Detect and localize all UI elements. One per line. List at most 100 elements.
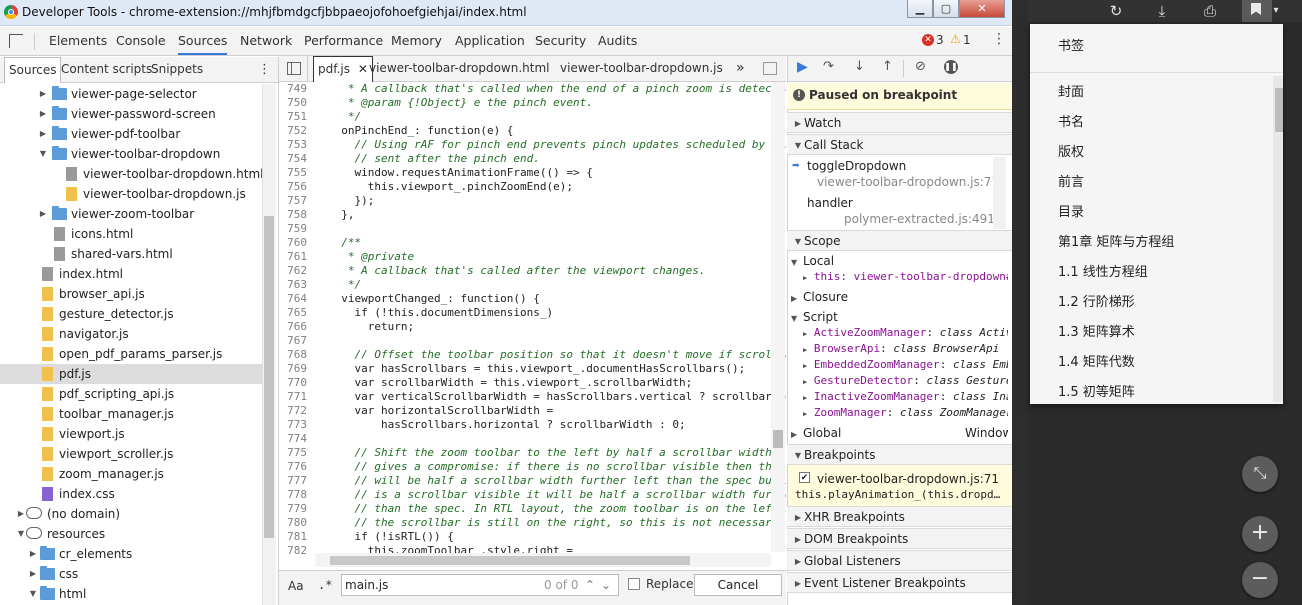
main-tab-network[interactable]: Network <box>240 27 292 55</box>
tree-item[interactable]: navigator.js <box>0 324 262 344</box>
close-button[interactable]: ✕ <box>959 0 1005 18</box>
tree-item[interactable]: open_pdf_params_parser.js <box>0 344 262 364</box>
scope-closure[interactable]: Closure <box>803 289 1008 305</box>
tree-item[interactable]: ▶ viewer-password-screen <box>0 104 262 124</box>
xhr-breakpoints-section[interactable]: ▶ XHR Breakpoints <box>787 506 1012 527</box>
main-tab-sources[interactable]: Sources <box>178 27 228 55</box>
scope-section[interactable]: ▼ Scope <box>787 230 1012 251</box>
error-count[interactable]: 3 <box>936 33 944 47</box>
bookmark-item[interactable]: 1.4 矩阵代数 <box>1058 348 1135 378</box>
tree-expand-arrow-icon[interactable]: ▶ <box>38 104 48 124</box>
tree-expand-arrow-icon[interactable]: ▶ <box>38 84 48 104</box>
tree-item[interactable]: viewer-toolbar-dropdown.html <box>0 164 262 184</box>
editor-tab-pdf-js[interactable]: pdf.js ✕ <box>313 56 373 85</box>
tree-expand-arrow-icon[interactable]: ▼ <box>16 524 26 544</box>
main-tab-console[interactable]: Console <box>116 27 166 55</box>
tree-item[interactable]: shared-vars.html <box>0 244 262 264</box>
code-horizontal-scrollbar-thumb[interactable] <box>330 556 690 565</box>
deactivate-breakpoints-icon[interactable]: ⊘ <box>915 59 926 74</box>
scope-local[interactable]: Local <box>803 253 1008 269</box>
tree-item[interactable]: ▶ (no domain) <box>0 504 262 524</box>
tree-expand-arrow-icon[interactable]: ▶ <box>16 504 26 524</box>
fit-to-page-button[interactable]: ⤡ <box>1242 456 1278 492</box>
more-tabs-icon[interactable]: » <box>736 56 745 81</box>
script-property[interactable]: ▶ ActiveZoomManager: class ActiveZ <box>803 325 1008 341</box>
bookmark-item[interactable]: 1.2 行阶梯形 <box>1058 288 1135 318</box>
bookmark-dropdown-icon[interactable]: ▾ <box>1266 1 1286 21</box>
tab-snippets[interactable]: Snippets <box>151 57 203 82</box>
toggle-navigator-icon[interactable] <box>287 62 301 75</box>
bookmark-item[interactable]: 前言 <box>1058 168 1084 198</box>
main-tab-security[interactable]: Security <box>535 27 586 55</box>
tree-item[interactable]: ▼ resources <box>0 524 262 544</box>
call-stack-scrollbar[interactable] <box>993 157 1006 229</box>
breakpoint-checkbox[interactable]: ✔ <box>799 472 810 483</box>
tree-item[interactable]: ▶ viewer-pdf-toolbar <box>0 124 262 144</box>
tree-item[interactable]: pdf_scripting_api.js <box>0 384 262 404</box>
breakpoints-section[interactable]: ▼ Breakpoints <box>787 444 1012 465</box>
event-listener-breakpoints-section[interactable]: ▶ Event Listener Breakpoints <box>787 572 1012 593</box>
bookmark-item[interactable]: 1.1 线性方程组 <box>1058 258 1148 288</box>
search-next-icon[interactable]: ⌄ <box>601 575 611 595</box>
tree-item[interactable]: ▶ viewer-page-selector <box>0 84 262 104</box>
tree-item[interactable]: ▶ viewer-zoom-toolbar <box>0 204 262 224</box>
tree-expand-arrow-icon[interactable]: ▼ <box>38 144 48 164</box>
tree-item[interactable]: zoom_manager.js <box>0 464 262 484</box>
navigator-more-icon[interactable]: ⋮ <box>258 57 271 82</box>
maximize-button[interactable]: ▢ <box>933 0 959 18</box>
bookmarks-scrollbar-thumb[interactable] <box>1275 88 1283 132</box>
scope-script[interactable]: Script <box>803 309 1008 325</box>
download-icon[interactable]: ⤓ <box>1152 1 1172 21</box>
bookmark-item[interactable]: 第1章 矩阵与方程组 <box>1058 228 1174 258</box>
resume-icon[interactable]: ▶ <box>797 59 808 75</box>
tree-expand-arrow-icon[interactable]: ▼ <box>28 584 38 604</box>
search-prev-icon[interactable]: ⌃ <box>585 575 595 595</box>
main-tab-memory[interactable]: Memory <box>391 27 442 55</box>
call-stack-section[interactable]: ▼ Call Stack <box>787 134 1012 155</box>
tree-item[interactable]: ▼ html <box>0 584 262 604</box>
tree-item[interactable]: icons.html <box>0 224 262 244</box>
tree-item[interactable]: index.css <box>0 484 262 504</box>
tree-item[interactable]: ▼ viewer-toolbar-dropdown <box>0 144 262 164</box>
editor-tab-dropdown-js[interactable]: viewer-toolbar-dropdown.js <box>560 56 723 81</box>
bookmark-item[interactable]: 封面 <box>1058 78 1084 108</box>
bookmark-item[interactable]: 目录 <box>1058 198 1084 228</box>
regex-toggle[interactable]: .* <box>318 578 332 592</box>
script-property[interactable]: ▶ EmbeddedZoomManager: class Emb <box>803 357 1008 373</box>
tree-item[interactable]: viewport.js <box>0 424 262 444</box>
main-tab-application[interactable]: Application <box>455 27 525 55</box>
frame-name[interactable]: handler <box>807 195 1008 211</box>
tree-scrollbar-thumb[interactable] <box>264 216 274 538</box>
match-case-toggle[interactable]: Aa <box>288 579 304 593</box>
tree-item[interactable]: index.html <box>0 264 262 284</box>
tree-expand-arrow-icon[interactable]: ▶ <box>38 124 48 144</box>
frame-name[interactable]: toggleDropdown <box>807 158 1008 174</box>
script-property[interactable]: ▶ InactiveZoomManager: class Ina <box>803 389 1008 405</box>
tree-expand-arrow-icon[interactable]: ▶ <box>28 544 38 564</box>
close-tab-icon[interactable]: ✕ <box>358 62 368 76</box>
editor-tab-dropdown-html[interactable]: viewer-toolbar-dropdown.html <box>369 56 549 81</box>
script-property[interactable]: ▶ GestureDetector: class Gesture <box>803 373 1008 389</box>
pause-on-exceptions-icon[interactable]: ❚❚ <box>944 60 958 74</box>
code-vertical-scrollbar-thumb[interactable] <box>773 430 783 448</box>
zoom-in-button[interactable]: + <box>1242 516 1278 552</box>
replace-checkbox[interactable] <box>628 578 640 590</box>
tree-item[interactable]: viewport_scroller.js <box>0 444 262 464</box>
tree-item[interactable]: toolbar_manager.js <box>0 404 262 424</box>
cancel-button[interactable]: Cancel <box>694 574 782 596</box>
tab-content-scripts[interactable]: Content scripts <box>61 57 152 82</box>
bookmark-item[interactable]: 1.5 初等矩阵 <box>1058 378 1135 404</box>
print-icon[interactable]: ⎙ <box>1200 1 1220 21</box>
script-property[interactable]: ▶ ZoomManager: class ZoomManager <box>803 405 1008 421</box>
bookmark-item[interactable]: 书名 <box>1058 108 1084 138</box>
rotate-icon[interactable]: ↻ <box>1106 1 1126 21</box>
tree-item[interactable]: ▶ css <box>0 564 262 584</box>
watch-section[interactable]: ▶ Watch <box>787 112 1012 133</box>
step-over-icon[interactable]: ↷ <box>823 59 834 74</box>
tree-item[interactable]: gesture_detector.js <box>0 304 262 324</box>
warning-count[interactable]: 1 <box>963 33 971 47</box>
toggle-debugger-icon[interactable] <box>763 62 777 75</box>
bookmark-item[interactable]: 1.3 矩阵算术 <box>1058 318 1135 348</box>
tree-item[interactable]: browser_api.js <box>0 284 262 304</box>
dom-breakpoints-section[interactable]: ▶ DOM Breakpoints <box>787 528 1012 549</box>
